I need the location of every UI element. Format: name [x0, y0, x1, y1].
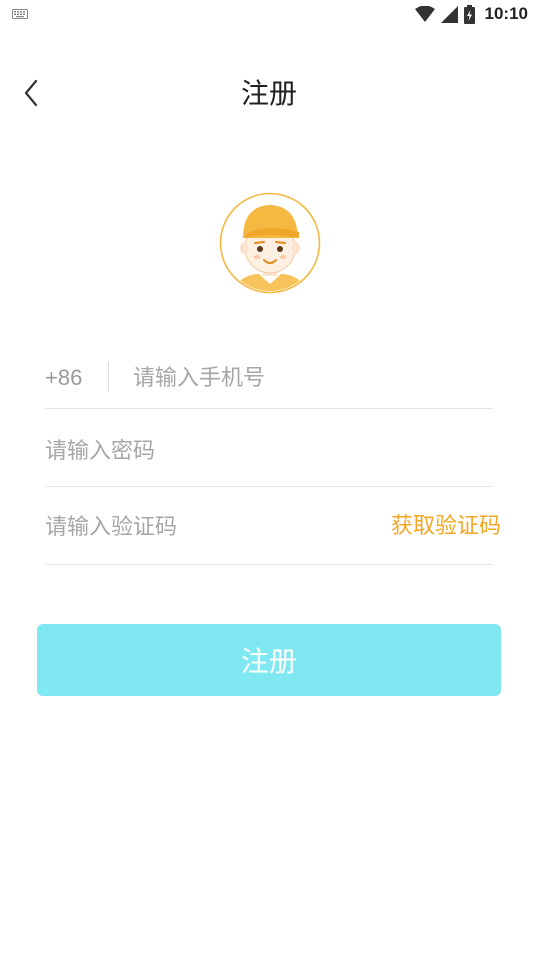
keyboard-icon — [12, 9, 28, 19]
wifi-icon — [414, 6, 435, 22]
phone-row: +86 — [45, 346, 493, 409]
boy-with-cap-avatar-icon — [219, 192, 321, 294]
country-code-divider — [108, 362, 109, 392]
verification-code-input[interactable] — [45, 509, 345, 545]
phone-input[interactable] — [133, 360, 489, 396]
avatar[interactable] — [219, 192, 321, 294]
status-bar: 10:10 — [0, 0, 538, 30]
password-row — [45, 416, 493, 487]
verification-code-row: 获取验证码 — [45, 494, 501, 565]
signal-icon — [440, 5, 458, 23]
page-title: 注册 — [240, 77, 297, 110]
get-verification-code-button[interactable]: 获取验证码 — [391, 509, 501, 545]
status-icons: 10:10 — [414, 3, 528, 25]
country-code[interactable]: +86 — [45, 362, 82, 394]
header: 注册 — [0, 60, 538, 128]
status-time: 10:10 — [484, 4, 528, 23]
battery-charging-icon — [463, 4, 475, 24]
password-input[interactable] — [45, 433, 485, 469]
register-button[interactable]: 注册 — [37, 624, 501, 696]
